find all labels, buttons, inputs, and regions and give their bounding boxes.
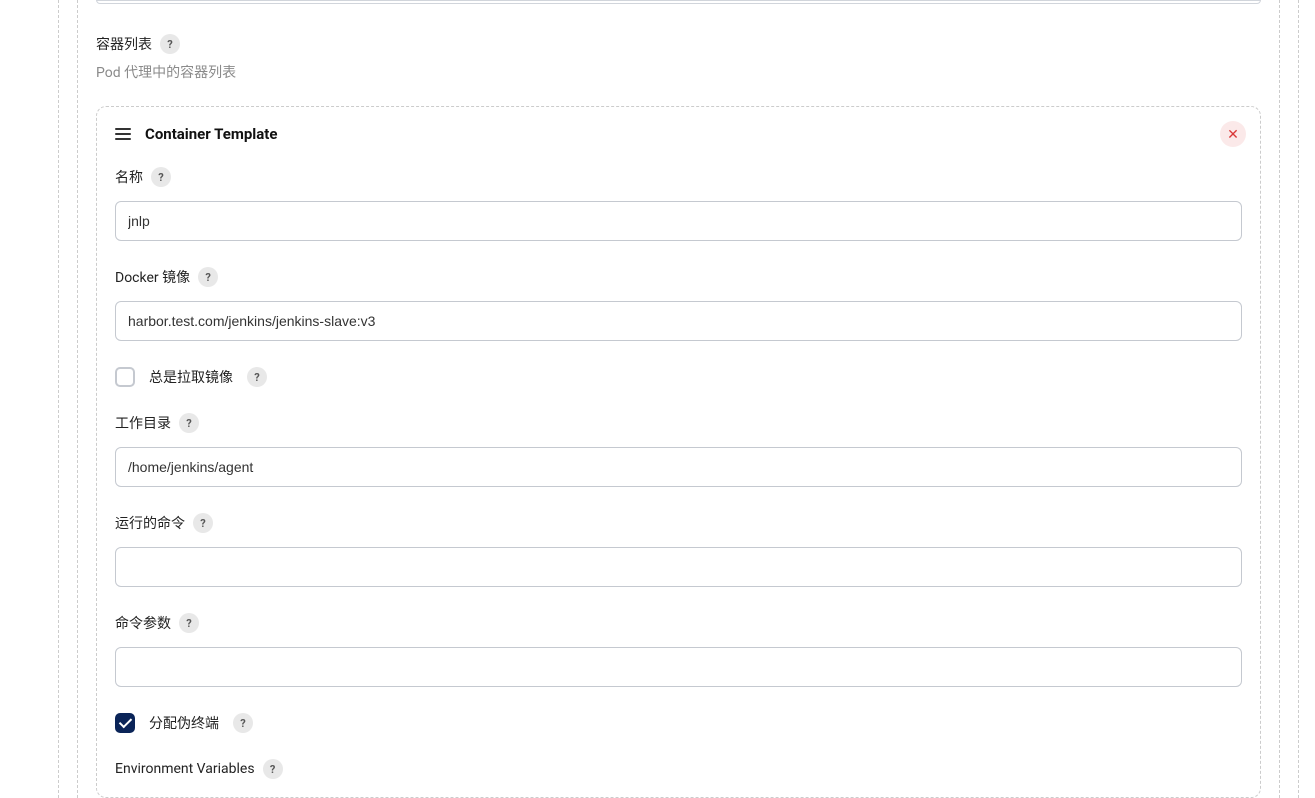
close-icon: ✕ — [1227, 127, 1239, 141]
help-icon[interactable]: ? — [179, 613, 199, 633]
name-label-row: 名称 ? — [115, 167, 1242, 187]
template-title: Container Template — [145, 125, 277, 143]
command-form-group: 运行的命令 ? — [115, 513, 1242, 587]
help-icon[interactable]: ? — [233, 713, 253, 733]
command-label-row: 运行的命令 ? — [115, 513, 1242, 533]
help-icon[interactable]: ? — [263, 759, 283, 779]
container-list-label-row: 容器列表 ? — [96, 34, 1261, 54]
args-form-group: 命令参数 ? — [115, 613, 1242, 687]
command-input[interactable] — [115, 547, 1242, 587]
always-pull-row: 总是拉取镜像 ? — [115, 367, 1242, 387]
args-label-row: 命令参数 ? — [115, 613, 1242, 633]
command-label: 运行的命令 — [115, 513, 185, 533]
container-template-card: Container Template ✕ 名称 ? Docker 镜像 ? — [96, 106, 1261, 798]
args-label: 命令参数 — [115, 613, 171, 633]
docker-image-form-group: Docker 镜像 ? — [115, 267, 1242, 341]
working-dir-label: 工作目录 — [115, 413, 171, 433]
env-vars-label: Environment Variables — [115, 761, 255, 777]
help-icon[interactable]: ? — [151, 167, 171, 187]
container-list-label: 容器列表 — [96, 34, 152, 54]
working-dir-form-group: 工作目录 ? — [115, 413, 1242, 487]
always-pull-label: 总是拉取镜像 — [149, 367, 233, 387]
always-pull-checkbox[interactable] — [115, 367, 135, 387]
args-input[interactable] — [115, 647, 1242, 687]
help-icon[interactable]: ? — [247, 367, 267, 387]
template-header: Container Template — [115, 125, 1242, 143]
top-input-placeholder — [96, 0, 1261, 4]
name-input[interactable] — [115, 201, 1242, 241]
help-icon[interactable]: ? — [193, 513, 213, 533]
docker-image-label: Docker 镜像 — [115, 267, 190, 287]
help-icon[interactable]: ? — [198, 267, 218, 287]
name-form-group: 名称 ? — [115, 167, 1242, 241]
working-dir-label-row: 工作目录 ? — [115, 413, 1242, 433]
inner-dashed-border: 容器列表 ? Pod 代理中的容器列表 Container Template ✕… — [77, 0, 1280, 798]
remove-button[interactable]: ✕ — [1220, 121, 1246, 147]
container-list-description: Pod 代理中的容器列表 — [96, 62, 1261, 82]
tty-label: 分配伪终端 — [149, 713, 219, 733]
help-icon[interactable]: ? — [160, 34, 180, 54]
working-dir-input[interactable] — [115, 447, 1242, 487]
docker-image-label-row: Docker 镜像 ? — [115, 267, 1242, 287]
docker-image-input[interactable] — [115, 301, 1242, 341]
env-vars-label-row: Environment Variables ? — [115, 759, 1242, 779]
drag-handle-icon[interactable] — [115, 126, 131, 142]
tty-row: 分配伪终端 ? — [115, 713, 1242, 733]
outer-dashed-border: 容器列表 ? Pod 代理中的容器列表 Container Template ✕… — [58, 0, 1299, 798]
tty-checkbox[interactable] — [115, 713, 135, 733]
name-label: 名称 — [115, 167, 143, 187]
help-icon[interactable]: ? — [179, 413, 199, 433]
